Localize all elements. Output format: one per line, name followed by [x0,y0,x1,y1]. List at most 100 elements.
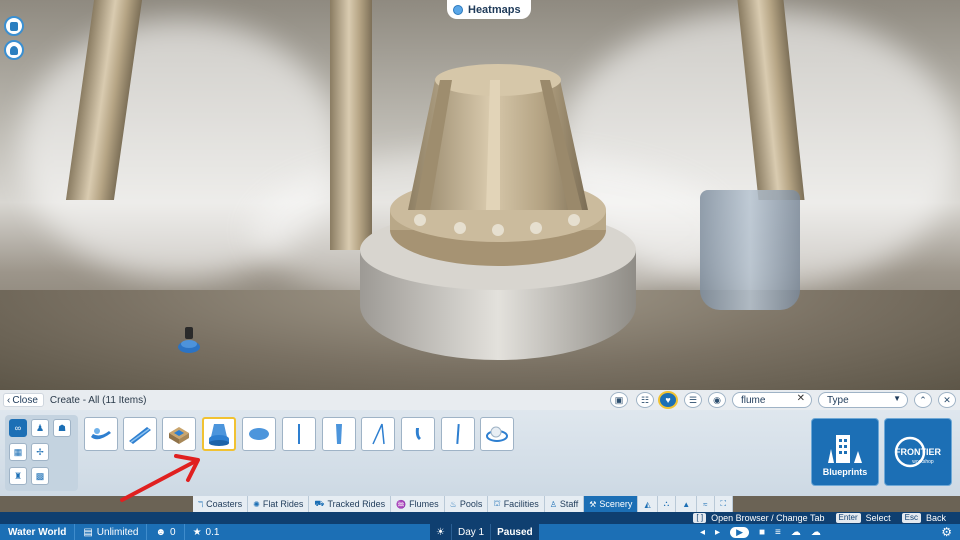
flume-support-base-thumbnail [209,424,229,446]
frontier-label: FRONTIER [895,447,941,457]
expand-icon: ⛶ [720,499,727,508]
tab-landscape[interactable]: ▲ [676,496,698,512]
item-tile-flume-splash[interactable] [84,417,118,451]
item-tile-flume-ramp[interactable] [123,417,157,451]
scenery-icon: ⚒ [589,499,597,509]
group-view-button[interactable]: ☷ [636,392,654,408]
item-tile-flume-pool[interactable] [162,417,196,451]
flume-splash-thumbnail [91,428,111,440]
ride-icon: ☗ [57,422,67,433]
tab-label: Coasters [206,499,243,509]
tab-coasters[interactable]: ℸ Coasters [193,496,249,512]
view-toggle-button[interactable]: ◉ [708,392,726,408]
category-filter-grid: ∞ ♟ ☗ ▦ ✢ ♜ ▩ [5,415,78,491]
item-tile-flume-ring[interactable] [480,417,514,451]
game-viewport[interactable] [0,0,960,390]
guest-count-value: 0 [170,526,176,538]
weather-indicator: ☀ [430,524,452,540]
search-input[interactable]: flume ✕ [732,392,812,408]
clipboard-icon [10,21,18,31]
grid-icon: ▩ [35,470,45,481]
close-button[interactable]: ‹ Close [3,393,44,407]
tracked-ride-icon: ⛟ [314,499,325,508]
frontier-sub-label: workshop [912,459,934,465]
flume-pole-thumbnail [298,424,300,444]
favourites-button[interactable]: ♥ [658,391,678,409]
star-icon: ★ [192,526,202,538]
tab-flumes[interactable]: ♒ Flumes [391,496,445,512]
item-tile-flume-pole-thick[interactable] [322,417,356,451]
picture-icon: ▣ [614,394,624,405]
mountain-icon: ▲ [682,499,691,509]
item-tile-flume-disc[interactable] [242,417,276,451]
tab-fullscreen[interactable]: ⛶ [714,496,734,512]
type-dropdown[interactable]: Type ▼ [818,392,908,408]
filter-all-button[interactable]: ∞ [9,419,27,437]
tab-flat-rides[interactable]: ✺ Flat Rides [248,496,310,512]
tab-tracked-rides[interactable]: ⛟ Tracked Rides [309,496,392,512]
settings-gear-icon[interactable]: ⚙ [941,525,952,539]
tab-label: Staff [559,499,579,509]
close-panel-button[interactable]: ✕ [938,392,956,408]
item-tile-flume-pole-brace[interactable] [361,417,395,451]
filter-nature-button[interactable]: ✢ [31,443,49,461]
camera-icon[interactable]: ■ [759,527,765,538]
frontier-workshop-button[interactable]: FRONTIER workshop [884,418,952,486]
tab-label: Pools [459,499,483,509]
flume-icon: ♒ [396,499,407,509]
filter-staff-button[interactable]: ♟ [31,419,49,437]
path-icon: ⛬ [663,499,670,508]
frontier-logo: FRONTIER workshop [894,436,941,468]
clear-search-icon[interactable]: ✕ [797,393,805,404]
park-name[interactable]: Water World [0,524,76,540]
money-value: Unlimited [96,526,139,538]
park-rating[interactable]: ★ 0.1 [185,524,228,540]
item-tile-flume-pole-thin[interactable] [282,417,316,451]
speed-controls: ◂ ▸ ▶ ■ ≡ ☁ ☁ [700,524,821,540]
fountain-object[interactable] [178,327,200,353]
filter-settings-button[interactable]: ☰ [684,392,702,408]
tab-scenery[interactable]: ⚒ Scenery [584,496,639,512]
close-icon: ✕ [943,394,951,405]
tab-water[interactable]: ≈ [697,496,715,512]
close-label: Close [12,394,38,406]
filter-rides-button[interactable]: ☗ [53,419,71,437]
tab-facilities[interactable]: ⛫ Facilities [488,496,545,512]
controls-hints: [ ] Open Browser / Change Tab Enter Sele… [693,512,946,524]
cloud-icon[interactable]: ☁ [811,527,821,538]
sliders-icon: ☰ [688,394,698,405]
day-value: Day 1 [457,526,485,538]
paused-label: Paused [497,526,533,538]
sun-icon: ☀ [436,526,445,538]
filter-misc-button[interactable]: ▩ [31,467,49,485]
search-value: flume [741,394,766,406]
tab-staff[interactable]: ♙ Staff [544,496,585,512]
park-name-label: Water World [8,526,67,538]
tab-terrain[interactable]: ◭ [638,496,658,512]
item-tile-flume-connector[interactable] [401,417,435,451]
rewind-icon[interactable]: ◂ [700,527,705,538]
guest-count[interactable]: ☻ 0 [147,524,185,540]
heatmaps-button[interactable]: Heatmaps [447,0,531,19]
play-button[interactable]: ▶ [730,526,749,538]
park-management-button[interactable] [4,16,24,36]
blueprints-label: Blueprints [822,467,868,477]
building-icon: ▦ [13,446,23,457]
game-state: Paused [491,524,539,540]
step-icon[interactable]: ▸ [715,527,720,538]
tab-label: Flat Rides [262,499,304,509]
filter-buildings-button[interactable]: ▦ [9,443,27,461]
tab-label: Facilities [503,499,539,509]
item-tile-flume-pole-tall[interactable] [441,417,475,451]
collapse-panel-button[interactable]: ⌃ [914,392,932,408]
notifications-button[interactable] [4,40,24,60]
blueprints-button[interactable]: Blueprints [811,418,879,486]
item-tile-flume-support-base[interactable] [202,417,236,451]
menu-icon[interactable]: ≡ [775,527,781,538]
money-display[interactable]: ▤ Unlimited [75,524,148,540]
weather-icon[interactable]: ☁ [791,527,801,538]
tab-pools[interactable]: ♨ Pools [444,496,489,512]
tab-paths[interactable]: ⛬ [657,496,677,512]
blueprint-view-button[interactable]: ▣ [610,392,628,408]
filter-tower-button[interactable]: ♜ [9,467,27,485]
